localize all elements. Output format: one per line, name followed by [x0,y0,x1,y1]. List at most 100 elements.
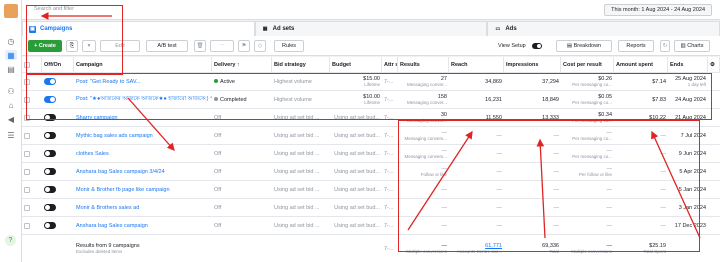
table-row[interactable]: clothes Sales Off Using ad set bid ... Usin… [22,145,720,163]
row-select-cell [22,127,42,144]
row-checkbox[interactable] [24,204,30,211]
campaign-name-link[interactable]: Mythic bag sales ads campaign [76,133,210,139]
campaign-toggle[interactable] [44,78,56,85]
create-button[interactable]: + Create [28,40,62,52]
tab-ads[interactable]: ▭ Ads [487,21,720,36]
edit-button[interactable]: Edit [100,40,140,52]
settings-icon[interactable]: ⚙ [708,57,720,72]
help-icon[interactable]: ? [5,235,16,246]
calendar-icon[interactable]: ▤ [5,64,17,74]
col-reach[interactable]: Reach [449,57,504,72]
col-attribution[interactable]: Attr set [382,57,398,72]
rules-button[interactable]: Rules [274,40,304,52]
cpr-cell: — [561,217,614,234]
table-row[interactable]: Anshara bag Sales campaign 3/4/24 Off Usin… [22,163,720,181]
delivery-cell: Off [212,163,272,180]
col-results[interactable]: Results [398,57,449,72]
impressions-value: — [553,186,560,193]
campaign-toggle[interactable] [44,132,56,139]
chevron-down-icon[interactable]: ▾ [82,40,96,52]
row-checkbox[interactable] [24,114,30,121]
campaign-toggle[interactable] [44,222,56,229]
campaign-name-link[interactable]: Monir & Brothers sales ad [76,205,210,211]
campaign-name-link[interactable]: clothes Sales [76,151,210,157]
breakdown-button[interactable]: ▤ Breakdown [556,40,612,52]
megaphone-icon[interactable]: ◀ [5,114,17,124]
campaign-toggle[interactable] [44,96,56,103]
col-budget[interactable]: Budget [330,57,382,72]
col-off-on[interactable]: Off/On [42,57,74,72]
row-checkbox[interactable] [24,168,30,175]
campaign-name-link[interactable]: Anshara bag Sales campaign [76,223,210,229]
campaign-name-link[interactable]: Monir & Brother fb page like campaign [76,187,210,193]
table-row[interactable]: Monir & Brothers sales ad Off Using ad set… [22,199,720,217]
row-checkbox[interactable] [24,150,30,157]
cpr-value: — [606,222,613,229]
account-avatar[interactable] [4,4,18,18]
col-impressions[interactable]: Impressions [504,57,561,72]
col-campaign[interactable]: Campaign [74,57,212,72]
grid-icon[interactable]: ▦ [5,50,17,60]
row-select-cell [22,181,42,198]
col-bid-strategy[interactable]: Bid strategy [272,57,330,72]
row-checkbox[interactable] [24,78,30,85]
view-setup-toggle[interactable] [532,43,542,49]
col-amount-spent[interactable]: Amount spent [614,57,668,72]
budget-cell: Using ad set bud... [330,127,382,144]
campaign-name-link[interactable]: Sharry campaign [76,115,210,121]
ab-test-button[interactable]: A/B test [146,40,188,52]
col-delivery[interactable]: Delivery ↑ [212,57,272,72]
duplicate-icon[interactable]: ⎘ [66,40,78,52]
attr-cell: 7-... [382,145,398,162]
menu-icon[interactable]: ☰ [5,130,17,140]
col-cost-per-result[interactable]: Cost per result [561,57,614,72]
impressions-cell: 13,333 [504,109,561,126]
summary-reach-sub: Accounts Centre acc... [456,249,502,254]
table-row[interactable]: Post: "Get Ready to SAV... Active Highest … [22,73,720,91]
reach-cell: — [449,163,504,180]
audience-icon[interactable]: ⚇ [5,86,17,96]
tab-campaigns[interactable]: ▣ Campaigns [22,21,255,36]
row-checkbox[interactable] [24,132,30,139]
row-checkbox[interactable] [24,186,30,193]
campaign-name-link[interactable]: Post: "★●আজকের আজকে আজকে★● হাজারো আজকে:)… [76,96,212,104]
bid-cell: Using ad set bid ... [272,217,330,234]
row-toggle-cell [42,73,74,90]
search-input[interactable]: Search and filter [34,6,74,12]
reports-button[interactable]: Reports [618,40,654,52]
more-icon[interactable]: ⋯ [210,40,234,52]
bank-icon[interactable]: ⌂ [5,100,17,110]
campaign-toggle[interactable] [44,186,56,193]
tag-icon[interactable]: ◇ [254,40,266,52]
charts-button[interactable]: ▥ Charts [674,40,710,52]
table-row[interactable]: Sharry campaign Off Using ad set bid ... Us… [22,109,720,127]
campaign-name-link[interactable]: Anshara bag Sales campaign 3/4/24 [76,169,210,175]
refresh-icon[interactable]: ↻ [660,40,670,52]
flag-icon[interactable]: ⚑ [238,40,250,52]
select-all-cell[interactable] [22,57,42,72]
attr-cell: 7-... [382,73,398,90]
select-all-checkbox[interactable] [24,61,30,68]
delete-icon[interactable]: 🗑 [194,40,206,52]
table-row[interactable]: Monir & Brother fb page like campaign Off… [22,181,720,199]
campaign-name-link[interactable]: Post: "Get Ready to SAV... [76,79,210,85]
cpr-cell: — [561,199,614,216]
table-row[interactable]: Anshara bag Sales campaign Off Using ad se… [22,217,720,235]
budget-cell: Using ad set bud... [330,199,382,216]
campaign-toggle[interactable] [44,114,56,121]
budget-cell: Using ad set bud... [330,145,382,162]
row-checkbox[interactable] [24,222,30,229]
campaign-toggle[interactable] [44,150,56,157]
date-range-picker[interactable]: This month: 1 Aug 2024 - 24 Aug 2024 [604,4,712,16]
table-row[interactable]: Post: "★●আজকের আজকে আজকে★● হাজারো আজকে:)… [22,91,720,109]
col-ends[interactable]: Ends [668,57,708,72]
tab-ad-sets[interactable]: ▦ Ad sets [254,21,488,36]
gauge-icon[interactable]: ◷ [5,36,17,46]
row-checkbox[interactable] [24,96,30,103]
campaign-toggle[interactable] [44,204,56,211]
table-row[interactable]: Mythic bag sales ads campaign Off Using ad… [22,127,720,145]
results-sub: Messaging conver... [406,82,447,87]
campaign-toggle[interactable] [44,168,56,175]
attr-value: 7-... [384,78,394,85]
ends-cell: 24 Aug 2024 [668,91,708,108]
